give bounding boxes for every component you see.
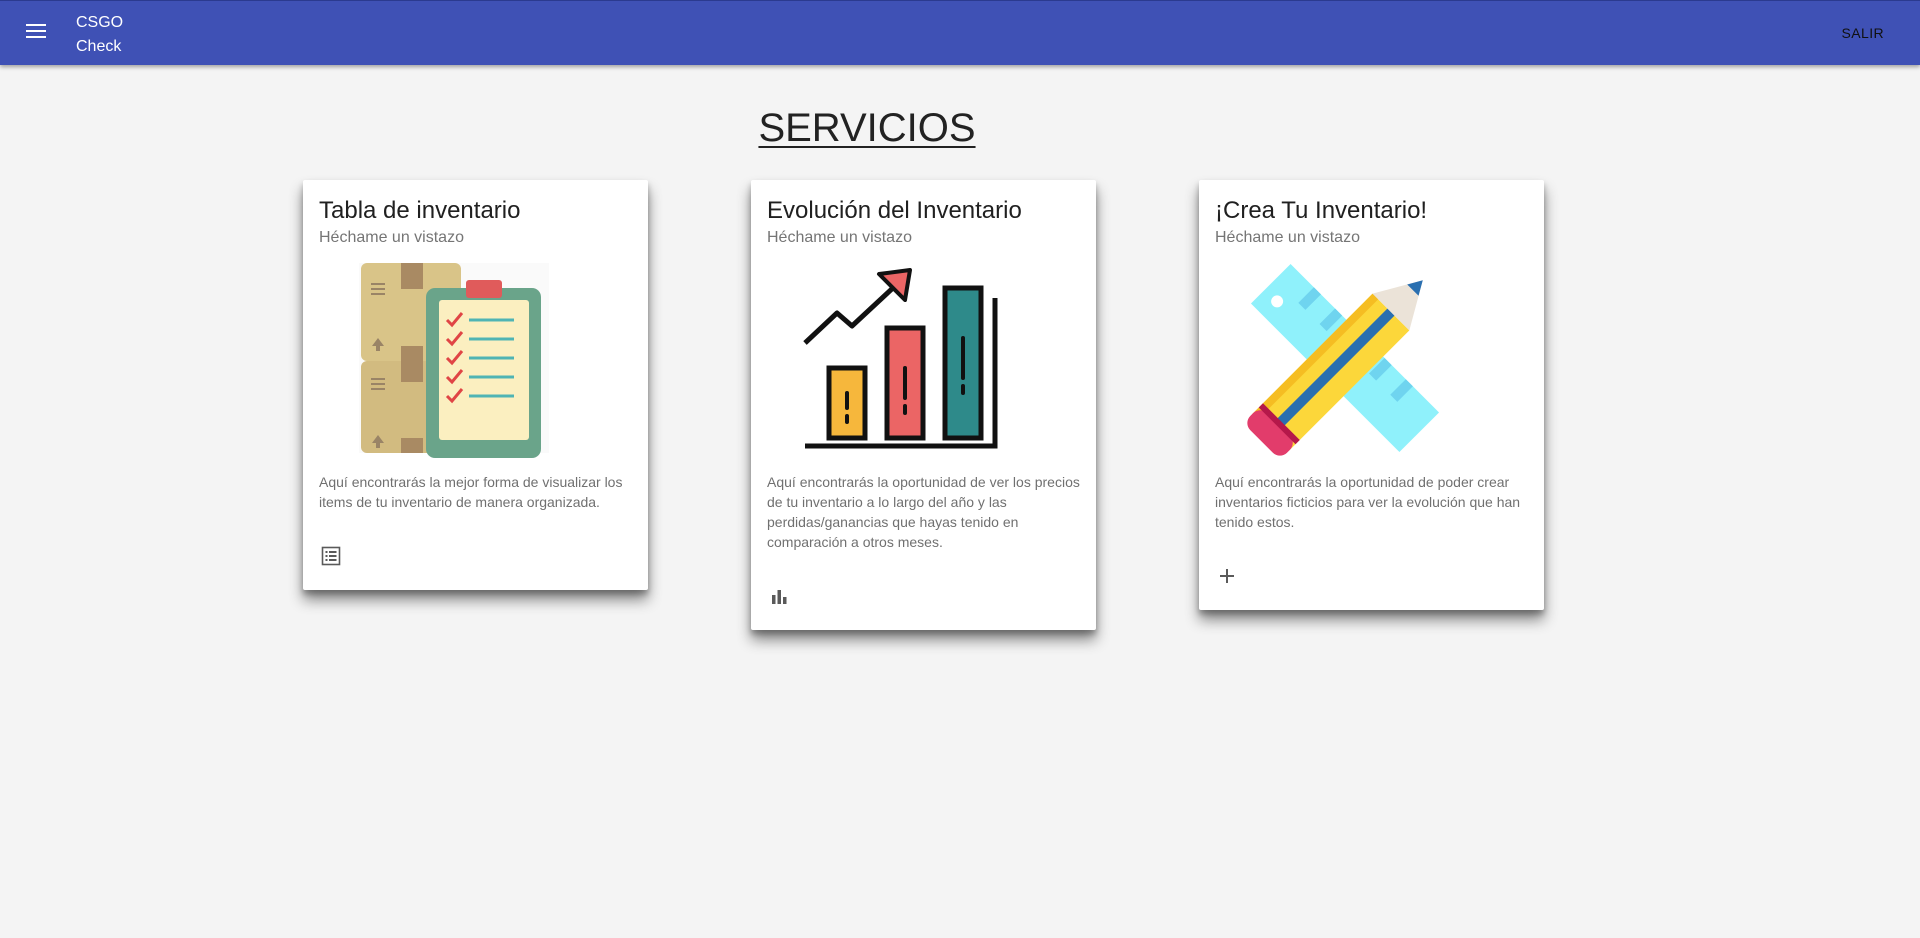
brand-line-1: CSGO: [76, 14, 124, 31]
card-create-inventory: ¡Crea Tu Inventario! Héchame un vistazo: [1199, 180, 1544, 610]
app-brand[interactable]: CSGO Check: [76, 11, 156, 59]
menu-button[interactable]: [20, 19, 52, 47]
card-title: Tabla de inventario: [319, 197, 521, 224]
plus-icon: [1219, 568, 1235, 589]
card-subtitle: Héchame un vistazo: [1215, 229, 1360, 246]
boxes-clipboard-illustration: [359, 263, 549, 458]
card-title: Evolución del Inventario: [767, 197, 1022, 224]
card-title: ¡Crea Tu Inventario!: [1215, 197, 1428, 224]
bar-chart-icon: [770, 587, 788, 610]
open-inventory-table-button[interactable]: [315, 542, 347, 574]
logout-button[interactable]: SALIR: [1842, 21, 1884, 45]
top-app-bar: CSGO Check SALIR: [0, 0, 1920, 65]
create-inventory-button[interactable]: [1211, 562, 1243, 594]
card-description: Aquí encontrarás la oportunidad de poder…: [1215, 474, 1521, 530]
card-inventory-evolution: Evolución del Inventario Héchame un vist…: [751, 180, 1096, 630]
growth-chart-illustration: [803, 268, 998, 449]
open-inventory-evolution-button[interactable]: [763, 582, 795, 614]
menu-icon: [26, 23, 46, 43]
card-subtitle: Héchame un vistazo: [767, 229, 912, 246]
card-description: Aquí encontrarás la oportunidad de ver l…: [767, 474, 1080, 550]
page-title: SERVICIOS: [758, 106, 976, 150]
brand-line-2: Check: [76, 38, 122, 55]
card-image: [1215, 258, 1528, 458]
card-inventory-table: Tabla de inventario Héchame un vistazo A…: [303, 180, 648, 590]
card-image: [767, 258, 1080, 458]
card-subtitle: Héchame un vistazo: [319, 229, 464, 246]
pencil-ruler-illustration: [1247, 263, 1440, 456]
card-image: [319, 258, 632, 458]
card-description: Aquí encontrarás la mejor forma de visua…: [319, 474, 623, 510]
list-icon: [321, 546, 341, 571]
